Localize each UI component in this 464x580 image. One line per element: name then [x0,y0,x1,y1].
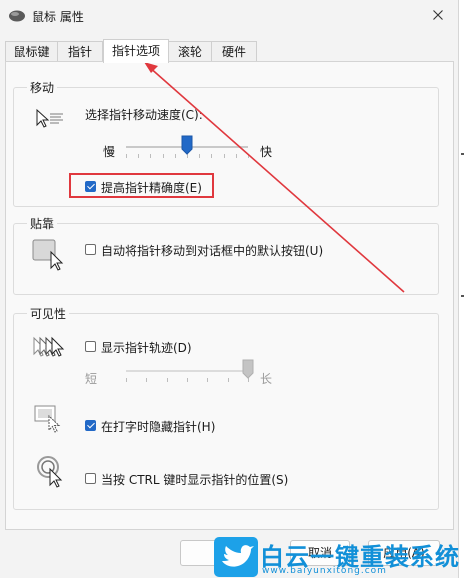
ctrl-locate-icon [37,456,63,488]
slider-tick [248,154,249,158]
close-button[interactable] [418,0,458,30]
short-label: 短 [85,372,98,386]
mouse-properties-window: 鼠标 属性 鼠标键 指针 指针选项 滚轮 硬件 移动 选择指针移动速度(C): … [0,0,459,578]
slider-tick [162,154,164,158]
slider-tick [150,154,152,158]
slider-tick [223,154,225,158]
hide-typing-checkbox[interactable] [85,420,96,431]
trails-slider-track[interactable] [126,370,248,372]
visibility-group-label: 可见性 [27,305,70,322]
snap-label[interactable]: 自动将指针移动到对话框中的默认按钮(U) [101,242,323,259]
title-bar: 鼠标 属性 [0,0,458,34]
long-label: 长 [260,372,273,386]
motion-group-label: 移动 [27,79,58,96]
speed-slider-thumb[interactable] [181,135,193,155]
mouse-icon [9,10,25,22]
bird-logo-icon [214,537,258,577]
snap-button-icon [32,239,64,271]
highlight-box [69,173,214,198]
slider-tick [126,378,127,382]
slider-tick [174,154,176,158]
snap-checkbox[interactable] [85,244,96,255]
pointer-trails-icon [33,336,65,357]
tab-buttons[interactable]: 鼠标键 [5,41,58,61]
watermark: 白云一键重装系统 www.baiyunxitong.com [214,537,464,578]
trails-label[interactable]: 显示指针轨迹(D) [101,339,192,356]
tab-pointers[interactable]: 指针 [57,41,103,61]
trails-checkbox[interactable] [85,341,96,352]
slider-tick [199,154,201,158]
slider-tick [187,378,188,382]
snap-group-label: 贴靠 [27,215,58,232]
ctrl-locate-label[interactable]: 当按 CTRL 键时显示指针的位置(S) [101,471,288,488]
close-icon [433,10,443,20]
slider-tick [126,154,127,158]
slider-tick [227,378,229,382]
slider-tick [207,378,209,382]
speed-label: 选择指针移动速度(C): [85,108,203,122]
slider-tick [146,378,148,382]
tab-hardware[interactable]: 硬件 [211,41,257,61]
fast-label: 快 [260,145,273,159]
slider-tick [235,154,237,158]
hide-typing-label[interactable]: 在打字时隐藏指针(H) [101,418,215,435]
slow-label: 慢 [103,145,116,159]
slider-tick [211,154,213,158]
slider-tick [138,154,140,158]
hide-typing-icon [34,405,61,433]
window-title: 鼠标 属性 [32,10,84,24]
pointer-speed-icon [36,108,63,128]
ctrl-locate-checkbox[interactable] [85,473,96,484]
trails-slider-thumb[interactable] [242,359,254,379]
slider-tick [166,378,168,382]
tab-pointer-options[interactable]: 指针选项 [103,39,169,63]
trails-slider-ticks [126,378,249,382]
tab-wheel[interactable]: 滚轮 [168,41,212,61]
snap-group [13,223,439,295]
watermark-url: www.baiyunxitong.com [262,566,387,576]
